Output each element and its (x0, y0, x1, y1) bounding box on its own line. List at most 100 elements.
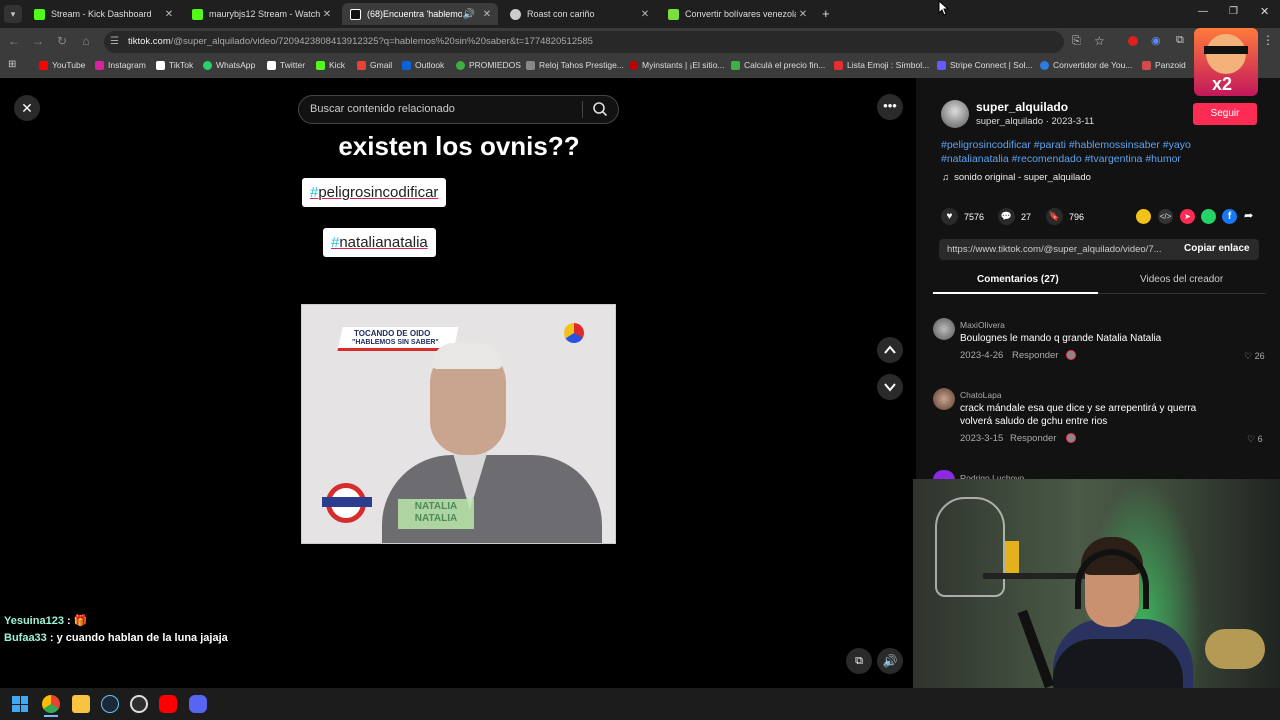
obs-icon[interactable] (130, 695, 148, 713)
bookmark-calcula[interactable]: Calculá el precio fin... (731, 60, 825, 70)
restore-icon[interactable]: ❐ (1229, 6, 1238, 17)
apps-icon[interactable]: ⊞ (8, 59, 16, 70)
comment-username[interactable]: ChatoLapa (960, 390, 1002, 400)
tab-tiktok[interactable]: (68)Encuentra 'hablemos si 🔊 ✕ (342, 3, 498, 25)
sound-label: sonido original - super_alquilado (954, 172, 1091, 183)
bookmark-label: Reloj Tahos Prestige... (539, 60, 624, 70)
comment-button[interactable]: 💬 27 (998, 208, 1031, 225)
close-video-button[interactable]: ✕ (14, 95, 40, 121)
reply-button[interactable]: Responder (1010, 433, 1056, 444)
audio-icon[interactable]: 🔊 (462, 9, 476, 20)
site-settings-icon[interactable]: ☰ (110, 36, 119, 47)
extension-blue-icon[interactable]: ◉ (1151, 34, 1161, 47)
tab-convertir[interactable]: Convertir bolívares venezolanos ✕ (660, 3, 814, 25)
bookmark-reloj[interactable]: Reloj Tahos Prestige... (526, 60, 624, 70)
comment-icon: 💬 (998, 208, 1015, 225)
more-options-button[interactable]: ••• (877, 94, 903, 120)
bookmark-promiedos[interactable]: PROMIEDOS (456, 60, 521, 70)
bookmark-outlook[interactable]: Outlook (402, 60, 444, 70)
close-icon[interactable]: ✕ (162, 9, 176, 20)
tab-roast[interactable]: Roast con cariño ✕ (502, 3, 656, 25)
extensions-icon[interactable]: ⧉ (1176, 34, 1184, 47)
search-icon[interactable] (592, 101, 608, 122)
bookmark-label: Panzoid (1155, 60, 1186, 70)
url-bar[interactable]: tiktok.com/@super_alquilado/video/720942… (104, 31, 1064, 53)
commenter-avatar[interactable] (933, 388, 955, 410)
creator-avatar[interactable] (941, 100, 969, 128)
bookmark-convertidor[interactable]: Convertidor de You... (1040, 60, 1132, 70)
comment-text: Boulognes le mando q grande Natalia Nata… (960, 333, 1162, 344)
globe-icon (510, 8, 521, 20)
tab-kick-dashboard[interactable]: Stream - Kick Dashboard ✕ (26, 3, 180, 25)
commenter-avatar[interactable] (933, 318, 955, 340)
comment-like-button[interactable]: ♡ 26 (1244, 351, 1265, 362)
facebook-share-icon[interactable]: f (1222, 209, 1237, 224)
file-explorer-icon[interactable] (72, 695, 90, 713)
embed-icon[interactable]: </> (1158, 209, 1173, 224)
discord-icon[interactable] (189, 695, 207, 713)
previous-video-button[interactable] (877, 337, 903, 363)
whatsapp-share-icon[interactable] (1201, 209, 1216, 224)
video-caption[interactable]: #peligrosincodificar #parati #hablemossi… (941, 138, 1241, 166)
copy-link-button[interactable]: Copiar enlace (1184, 243, 1250, 254)
name-plate-text: NATALIA NATALIA (414, 501, 458, 524)
bookmark-myinstants[interactable]: Myinstants | ¡El sitio... (629, 60, 725, 70)
steam-icon[interactable] (101, 695, 119, 713)
bookmark-stripe[interactable]: Stripe Connect | Sol... (937, 60, 1033, 70)
share-arrow-icon[interactable]: ➦ (1244, 209, 1253, 222)
comment-username[interactable]: MaxiOlivera (960, 320, 1005, 330)
creator-username[interactable]: super_alquilado (976, 100, 1068, 114)
next-video-button[interactable] (877, 374, 903, 400)
close-icon[interactable]: ✕ (320, 9, 334, 20)
bookmark-youtube[interactable]: YouTube (39, 60, 85, 70)
menu-icon[interactable]: ⋮ (1262, 33, 1274, 47)
close-icon[interactable]: ✕ (638, 9, 652, 20)
sound-row[interactable]: ♫ sonido original - super_alquilado (942, 172, 1091, 183)
bookmark-star-icon[interactable]: ☆ (1094, 34, 1105, 48)
reply-button[interactable]: Responder (1012, 350, 1058, 361)
comment-like-button[interactable]: ♡ 6 (1247, 434, 1263, 445)
video-headline: existen los ovnis?? (338, 131, 580, 161)
send-icon[interactable]: ➤ (1180, 209, 1195, 224)
home-icon[interactable]: ⌂ (78, 34, 94, 48)
close-window-icon[interactable]: ✕ (1260, 5, 1269, 18)
bookmark-whatsapp[interactable]: WhatsApp (203, 60, 255, 70)
tab-comments[interactable]: Comentarios (27) (977, 274, 1059, 285)
save-button[interactable]: 🔖 796 (1046, 208, 1084, 225)
tab-label: Convertir bolívares venezolanos (685, 9, 796, 19)
bookmark-gmail[interactable]: Gmail (357, 60, 392, 70)
forward-icon[interactable]: → (30, 34, 46, 48)
bookmark-label: Myinstants | ¡El sitio... (642, 60, 725, 70)
minimize-icon[interactable]: — (1198, 6, 1208, 17)
tab-creator-videos[interactable]: Videos del creador (1140, 274, 1223, 285)
new-tab-button[interactable]: + (822, 6, 830, 21)
windows-start-icon[interactable] (12, 696, 28, 712)
share-gold-icon[interactable] (1136, 209, 1151, 224)
video-link[interactable]: https://www.tiktok.com/@super_alquilado/… (947, 244, 1162, 255)
back-icon[interactable]: ← (6, 34, 22, 48)
reload-icon[interactable]: ↻ (54, 34, 70, 48)
calculator-icon (731, 60, 740, 70)
close-icon[interactable]: ✕ (480, 9, 494, 20)
bookmark-twitter[interactable]: Twitter (267, 60, 305, 70)
install-icon[interactable]: ⎘ (1072, 35, 1081, 48)
bookmark-tiktok[interactable]: TikTok (156, 60, 193, 70)
youtube-icon[interactable] (159, 695, 177, 713)
bookmark-emoji[interactable]: Lista Emoji : Símbol... (834, 60, 929, 70)
follow-button[interactable]: Seguir (1193, 103, 1257, 125)
tab-list-button[interactable]: ▾ (4, 5, 22, 23)
volume-button[interactable]: 🔊 (877, 648, 903, 674)
like-button[interactable]: ♥ 7576 (941, 208, 984, 225)
extension-red-icon[interactable] (1128, 36, 1138, 46)
bookmark-panzoid[interactable]: Panzoid (1142, 60, 1186, 70)
hashtag-sticker-2: #natalianatalia (323, 228, 436, 257)
calculator-icon (668, 8, 679, 20)
close-icon[interactable]: ✕ (796, 9, 810, 20)
related-search-input[interactable]: Buscar contenido relacionado (298, 95, 619, 124)
miniplayer-button[interactable]: ⧉ (846, 648, 872, 674)
bookmark-instagram[interactable]: Instagram (95, 60, 146, 70)
bookmark-label: Convertidor de You... (1053, 60, 1133, 70)
bookmark-kick[interactable]: Kick (316, 60, 345, 70)
chrome-icon[interactable] (42, 695, 60, 713)
tab-kick-stream[interactable]: maurybjs12 Stream - Watch Live ✕ (184, 3, 338, 25)
